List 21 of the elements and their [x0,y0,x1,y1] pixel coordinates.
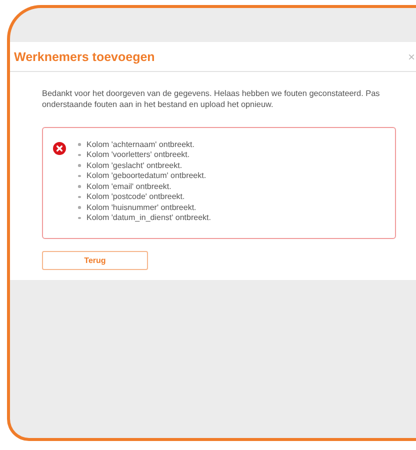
error-item: Kolom 'achternaam' ontbreekt. [86,140,194,149]
error-item: Kolom 'postcode' ontbreekt. [86,192,185,202]
error-icon [53,142,66,155]
error-item: Kolom 'voorletters' ontbreekt. [86,150,190,160]
back-button[interactable]: Terug [42,251,148,270]
bullet-icon [78,185,80,188]
error-item: Kolom 'email' ontbreekt. [86,182,172,191]
bullet-icon [78,143,80,146]
bullet-icon [78,206,80,208]
dialog-title: Werknemers toevoegen [14,50,155,64]
bullet-icon [78,164,80,166]
error-item: Kolom 'datum_in_dienst' ontbreekt. [86,213,211,222]
close-button[interactable]: × [408,50,415,64]
bullet-icon [78,196,80,198]
bullet-icon [78,174,80,177]
message-text: Bedankt voor het doorgeven van de gegevens. Helaas hebben we fouten geconstateerd. Pas onderstaande fouten aan in het bestand en upload het opnieuw. [42,88,381,110]
bullet-icon [78,216,80,219]
error-item: Kolom 'geboortedatum' ontbreekt. [86,171,206,180]
bullet-icon [78,154,80,156]
error-item: Kolom 'huisnummer' ontbreekt. [86,202,196,212]
error-item: Kolom 'geslacht' ontbreekt. [86,160,182,170]
